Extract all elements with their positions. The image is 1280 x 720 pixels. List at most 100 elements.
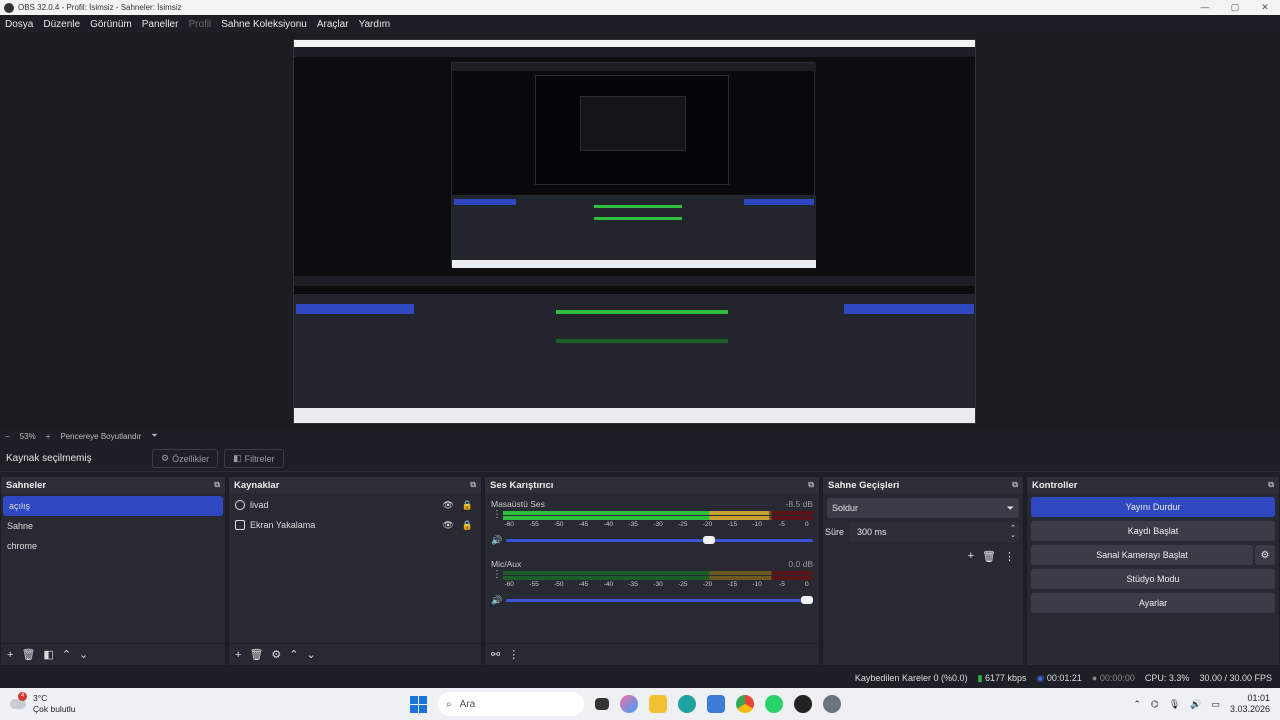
studio-mode-button[interactable]: Stüdyo Modu — [1031, 569, 1275, 589]
menu-dosya[interactable]: Dosya — [5, 19, 33, 30]
menu-sahne-koleksiyonu[interactable]: Sahne Koleksiyonu — [221, 19, 307, 30]
source-item[interactable]: Ekran Yakalama 👁 🔒 — [229, 515, 481, 535]
controls-header: Kontroller ⧉ — [1027, 477, 1279, 493]
gear-icon[interactable]: ⚙ — [271, 648, 281, 661]
meter-tick-label: -30 — [653, 521, 663, 528]
undock-icon[interactable]: ⧉ — [1012, 480, 1018, 490]
chevron-down-icon[interactable]: ⏷ — [151, 431, 157, 441]
mixer-channel: Mic/Aux 0.0 dB ⋮ -60 -55 -50 -45 -40 -35 -30 -25 -2… — [485, 557, 819, 609]
scene-item[interactable]: chrome — [1, 536, 225, 556]
move-up-icon[interactable]: ⌃ — [289, 648, 298, 661]
trash-icon[interactable]: 🗑 — [982, 550, 996, 563]
menu-gorunum[interactable]: Görünüm — [90, 19, 132, 30]
source-item[interactable]: livad 👁 🔒 — [229, 495, 481, 515]
volume-slider-handle[interactable] — [801, 595, 813, 604]
add-scene-button[interactable]: + — [7, 649, 13, 661]
weather-badge: 4 — [18, 692, 27, 701]
scene-item[interactable]: Sahne — [1, 516, 225, 536]
add-transition-button[interactable]: + — [968, 550, 974, 563]
eye-icon[interactable]: 👁 — [442, 520, 453, 531]
lock-icon[interactable]: 🔒 — [462, 500, 473, 511]
chevron-down-icon: ⏷ — [1006, 502, 1014, 513]
clock[interactable]: 01:01 3.03.2026 — [1230, 693, 1270, 715]
meter-tick-label: -45 — [578, 581, 589, 588]
edge-icon[interactable] — [678, 695, 696, 713]
taskbar-search[interactable]: ⌕ Ara — [438, 692, 584, 716]
menu-paneller[interactable]: Paneller — [142, 19, 179, 30]
close-icon[interactable]: ✕ — [1250, 2, 1280, 13]
menu-duzenle[interactable]: Düzenle — [43, 19, 80, 30]
meter-tick-label: -5 — [779, 581, 785, 588]
battery-icon[interactable]: ▭ — [1211, 699, 1220, 710]
chevron-up-icon[interactable]: ⌃ — [1133, 699, 1141, 710]
file-explorer-icon[interactable] — [649, 695, 667, 713]
filters-button[interactable]: ◧ Filtreler — [224, 449, 284, 468]
volume-meter: -60 -55 -50 -45 -40 -35 -30 -25 -20 -15 -10 -5 0 — [503, 571, 813, 593]
move-down-icon[interactable]: ⌄ — [307, 648, 316, 661]
record-icon: ● — [1091, 673, 1098, 683]
mixer-menu-icon[interactable]: ⋮ — [508, 648, 519, 661]
channel-menu-icon[interactable]: ⋮ — [491, 570, 503, 580]
window-title: OBS 32.0.4 - Profil: İsimsiz - Sahneler:… — [18, 3, 182, 12]
volume-icon[interactable]: 🔊 — [1190, 699, 1201, 710]
program-preview[interactable] — [293, 39, 976, 424]
settings-button[interactable]: Ayarlar — [1031, 593, 1275, 613]
move-down-icon[interactable]: ⌄ — [79, 648, 88, 661]
microphone-icon[interactable]: 🎙 — [1169, 699, 1180, 710]
zoom-out-button[interactable]: − — [5, 432, 10, 441]
trash-icon[interactable]: 🗑 — [249, 648, 263, 661]
maximize-icon[interactable]: ▢ — [1220, 2, 1250, 13]
minimize-icon[interactable]: — — [1190, 2, 1220, 13]
duration-spinbox[interactable]: 300 ms ⌃ ⌄ — [849, 522, 1019, 542]
transition-select[interactable]: Soldur ⏷ — [827, 498, 1019, 518]
transition-menu-icon[interactable]: ⋮ — [1004, 550, 1015, 563]
meter-tick-label: -15 — [727, 521, 738, 528]
menu-profil[interactable]: Profil — [188, 19, 211, 30]
undock-icon[interactable]: ⧉ — [808, 480, 814, 490]
obs-app-icon[interactable] — [794, 695, 812, 713]
chrome-icon[interactable] — [736, 695, 754, 713]
bitrate-group: ▮ 6177 kbps — [977, 673, 1026, 684]
undock-icon[interactable]: ⧉ — [470, 480, 476, 490]
stop-stream-button[interactable]: Yayını Durdur — [1031, 497, 1275, 517]
scene-filters-icon[interactable]: ◧ — [43, 648, 53, 661]
weather-widget[interactable]: 4 3°C Çok bulutlu — [10, 692, 130, 715]
rec-time-group: ● 00:00:00 — [1092, 673, 1135, 683]
settings-app-icon[interactable] — [823, 695, 841, 713]
windows-start-icon[interactable] — [410, 695, 427, 713]
task-view-icon[interactable] — [595, 698, 609, 710]
scene-item[interactable]: açılış — [3, 496, 223, 516]
network-icon[interactable]: ⌬ — [1151, 699, 1159, 710]
undock-icon[interactable]: ⧉ — [1268, 480, 1274, 490]
meter-tick-label: 0 — [804, 581, 809, 588]
meter-tick-label: -25 — [678, 521, 688, 528]
move-up-icon[interactable]: ⌃ — [62, 648, 71, 661]
volume-slider[interactable] — [506, 595, 813, 604]
nested-menubar — [294, 47, 975, 57]
advanced-audio-icon[interactable]: ⚯ — [491, 648, 500, 661]
trash-icon[interactable]: 🗑 — [21, 648, 35, 661]
volume-slider-handle[interactable] — [702, 535, 715, 544]
fit-to-window-button[interactable]: Pencereye Boyutlandır — [60, 432, 141, 441]
gear-icon[interactable]: ⚙ — [1255, 545, 1275, 565]
menu-araclar[interactable]: Araçlar — [317, 19, 349, 30]
start-recording-button[interactable]: Kaydı Başlat — [1031, 521, 1275, 541]
eye-icon[interactable]: 👁 — [442, 500, 453, 511]
scenes-footer: + 🗑 ◧ ⌃ ⌄ — [1, 643, 225, 665]
copilot-icon[interactable] — [620, 695, 638, 713]
status-bar: Kaybedilen Kareler 0 (%0.0) ▮ 6177 kbps … — [0, 668, 1280, 688]
channel-menu-icon[interactable]: ⋮ — [491, 510, 503, 520]
start-virtual-camera-button[interactable]: Sanal Kamerayı Başlat — [1031, 545, 1253, 565]
mute-speaker-icon[interactable]: 🔊 — [491, 595, 502, 606]
zoom-in-button[interactable]: + — [46, 432, 51, 441]
whatsapp-icon[interactable] — [765, 695, 783, 713]
menu-yardim[interactable]: Yardım — [359, 19, 391, 30]
lock-icon[interactable]: 🔒 — [462, 520, 473, 531]
undock-icon[interactable]: ⧉ — [214, 480, 220, 490]
add-source-button[interactable]: + — [235, 649, 241, 661]
spinner-icon[interactable]: ⌃ ⌄ — [1010, 525, 1019, 539]
properties-button[interactable]: ⚙ Özellikler — [152, 449, 219, 468]
volume-slider[interactable] — [506, 535, 813, 544]
mute-speaker-icon[interactable]: 🔊 — [491, 535, 502, 546]
store-icon[interactable] — [707, 695, 725, 713]
